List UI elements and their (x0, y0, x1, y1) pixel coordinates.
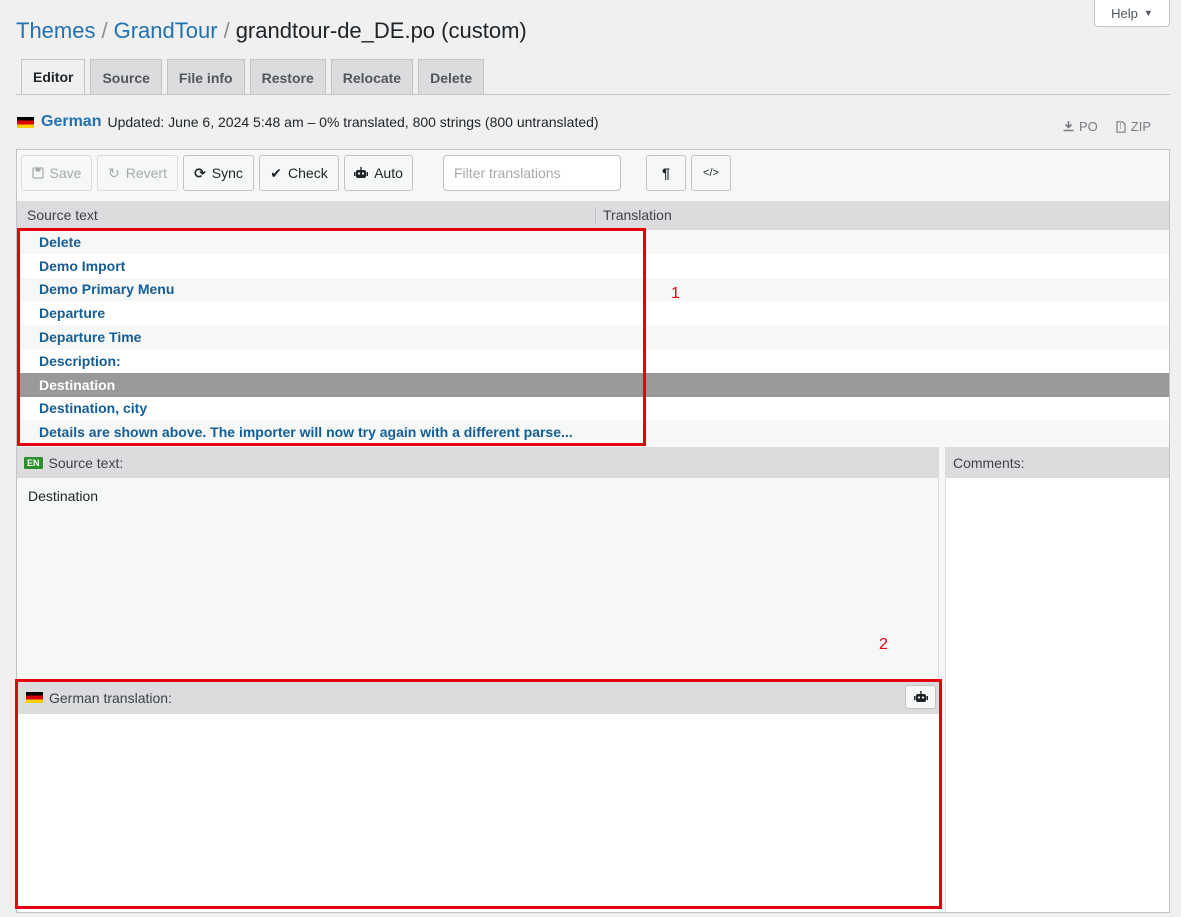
locale-info: German Updated: June 6, 2024 5:48 am – 0… (17, 113, 599, 131)
language-link[interactable]: German (41, 113, 101, 131)
pilcrow-icon: ¶ (662, 165, 670, 181)
tab-delete[interactable]: Delete (418, 59, 485, 95)
auto-translate-button[interactable]: Auto (344, 155, 413, 191)
german-flag-icon (17, 116, 34, 128)
editor-tabs: Editor Source File info Restore Relocate… (21, 59, 485, 95)
tab-relocate[interactable]: Relocate (330, 59, 414, 95)
check-button[interactable]: ✔ Check (259, 155, 339, 191)
list-item[interactable]: Description: (17, 349, 1169, 373)
annotation-label-1: 1 (671, 285, 680, 302)
list-item[interactable]: Delete (17, 230, 1169, 254)
revert-label: Revert (125, 165, 167, 181)
tabs-divider (16, 94, 1170, 95)
checkmark-icon: ✔ (270, 164, 283, 181)
download-zip-label: ZIP (1130, 119, 1152, 134)
filter-translations-input[interactable] (443, 155, 621, 191)
string-list: Delete Demo Import Demo Primary Menu Dep… (17, 230, 1169, 441)
source-text-value: Destination (28, 488, 99, 504)
breadcrumb-themes-link[interactable]: Themes (16, 18, 95, 43)
sync-button[interactable]: ⟳ Sync (183, 155, 254, 191)
list-item[interactable]: Destination, city (17, 397, 1169, 421)
breadcrumb-separator: / (223, 18, 230, 43)
list-item[interactable]: Demo Primary Menu (17, 277, 1169, 302)
robot-icon (913, 691, 928, 702)
save-label: Save (49, 165, 82, 181)
source-text-pane: EN Source text: Destination (17, 447, 939, 677)
tab-file-info[interactable]: File info (166, 59, 245, 95)
annotation-label-2: 2 (879, 636, 888, 653)
tab-restore[interactable]: Restore (249, 59, 326, 95)
auto-translate-field-button[interactable] (905, 685, 936, 709)
column-header-source[interactable]: Source text (27, 207, 98, 223)
toggle-invisibles-button[interactable]: ¶ (646, 155, 686, 191)
comments-pane-title: Comments: (953, 454, 1025, 471)
list-header: Source text Translation (17, 201, 1169, 230)
translation-textarea[interactable] (17, 714, 939, 912)
list-item[interactable]: Destination (17, 372, 1169, 397)
sync-label: Sync (211, 165, 243, 181)
locale-status: Updated: June 6, 2024 5:48 am – 0% trans… (107, 114, 599, 130)
toggle-code-view-button[interactable]: </> (691, 155, 731, 191)
en-language-badge: EN (24, 456, 43, 469)
tab-source[interactable]: Source (90, 59, 162, 95)
download-zip-button[interactable]: ZIP (1116, 119, 1151, 134)
translation-pane: German translation: (17, 681, 939, 912)
revert-icon: ↻ (108, 164, 120, 181)
translation-pane-header: German translation: (17, 681, 939, 714)
list-item[interactable]: Demo Import (17, 254, 1169, 278)
column-header-translation[interactable]: Translation (603, 207, 672, 223)
check-label: Check (288, 165, 328, 181)
column-divider (595, 207, 596, 224)
source-pane-title: Source text: (48, 454, 124, 471)
list-item[interactable]: Details are shown above. The importer wi… (17, 420, 1169, 441)
breadcrumb-separator: / (101, 18, 108, 43)
file-title: grandtour-de_DE.po (custom) (235, 18, 527, 43)
sync-icon: ⟳ (194, 164, 206, 181)
translation-pane-title: German translation: (49, 689, 172, 706)
save-button[interactable]: Save (21, 155, 92, 191)
editor-toolbar: Save ↻ Revert ⟳ Sync ✔ Check Auto ¶ </> (21, 155, 1161, 191)
tab-editor[interactable]: Editor (21, 59, 86, 95)
downloads: PO ZIP (1063, 119, 1151, 134)
robot-icon (354, 167, 369, 178)
zip-file-icon (1116, 120, 1126, 133)
breadcrumb-theme-link[interactable]: GrandTour (114, 18, 218, 43)
comments-pane-header: Comments: (946, 447, 1169, 478)
auto-label: Auto (374, 165, 403, 181)
download-icon (1063, 121, 1074, 132)
source-pane-header: EN Source text: (17, 447, 938, 478)
revert-button[interactable]: ↻ Revert (97, 155, 178, 191)
code-icon: </> (703, 167, 719, 179)
editor-panel: Save ↻ Revert ⟳ Sync ✔ Check Auto ¶ </> … (16, 149, 1170, 913)
page-title: Themes / GrandTour / grandtour-de_DE.po (cus… (16, 18, 527, 44)
download-po-button[interactable]: PO (1063, 119, 1098, 134)
comments-pane: Comments: (945, 447, 1169, 912)
caret-down-icon: ▼ (1143, 8, 1153, 18)
download-po-label: PO (1079, 119, 1098, 134)
german-flag-icon (26, 692, 43, 703)
save-icon (31, 167, 44, 179)
list-item[interactable]: Departure Time (17, 325, 1169, 349)
list-item[interactable]: Departure (17, 301, 1169, 325)
help-button[interactable]: Help ▼ (1094, 0, 1170, 27)
help-label: Help (1111, 5, 1138, 21)
